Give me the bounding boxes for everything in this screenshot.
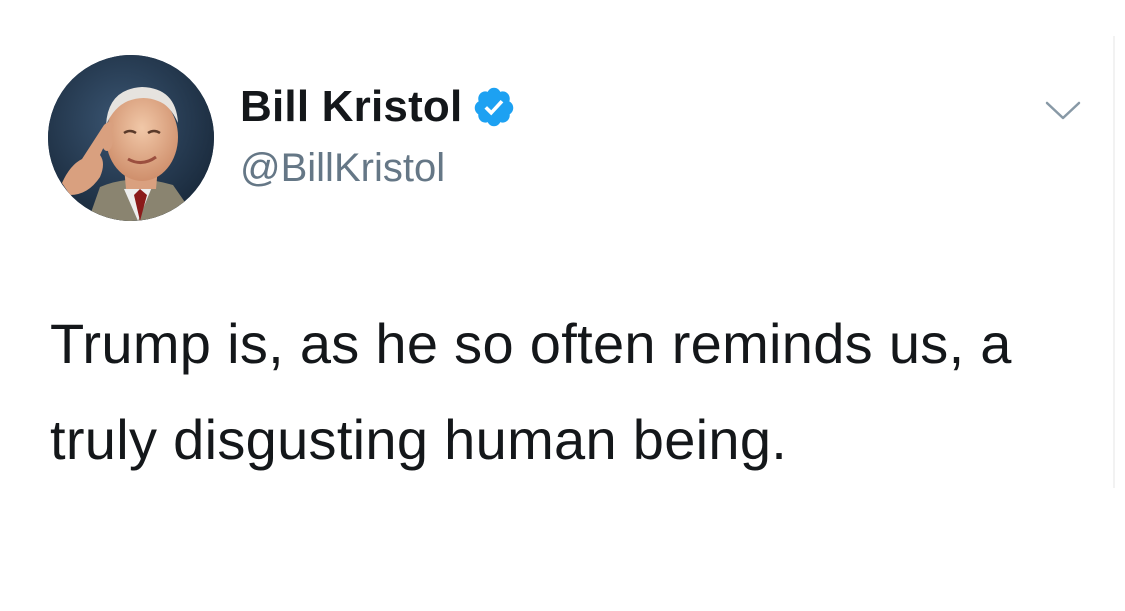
card-edge-divider [1113,36,1115,488]
user-handle[interactable]: @BillKristol [240,144,516,192]
author-block: Bill Kristol @BillKristol [240,80,516,192]
verified-badge-icon [472,85,516,129]
chevron-down-icon[interactable] [1043,98,1083,124]
tweet-text: Trump is, as he so often reminds us, a t… [50,312,1012,471]
avatar[interactable] [48,55,214,221]
name-row: Bill Kristol [240,80,516,134]
display-name[interactable]: Bill Kristol [240,80,462,134]
avatar-photo [48,55,214,221]
tweet-card: Bill Kristol @BillKristol Trump is, as h… [0,0,1125,611]
